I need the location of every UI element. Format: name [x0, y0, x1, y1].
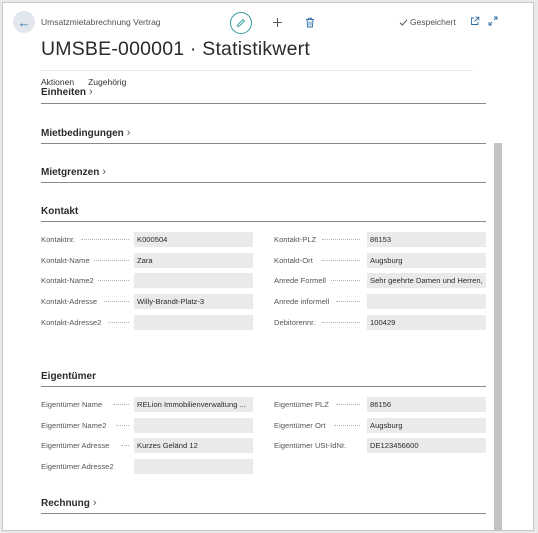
back-button[interactable]: ← — [13, 11, 35, 33]
chevron-right-icon: › — [126, 127, 131, 139]
field-anrede-informell: Anrede informell — [274, 294, 486, 309]
input-eigentuemer-ort[interactable]: Augsburg — [367, 418, 486, 433]
breadcrumb[interactable]: Umsatzmietabrechnung Vertrag — [41, 17, 161, 27]
field-kontakt-plz: Kontakt-PLZ 86153 — [274, 232, 486, 247]
input-eigentuemer-name2[interactable] — [134, 418, 253, 433]
input-kontakt-ort[interactable]: Augsburg — [367, 253, 486, 268]
field-eigentuemer-plz: Eigentümer PLZ 86156 — [274, 397, 486, 412]
chevron-right-icon: › — [89, 88, 93, 98]
field-debitorennr: Debitorennr. 100429 — [274, 315, 486, 330]
field-anrede-formell: Anrede Formell Sehr geehrte Damen und He… — [274, 273, 486, 288]
field-kontakt-adresse: Kontakt-Adresse Willy-Brandt-Platz-3 — [41, 294, 253, 309]
section-divider — [41, 143, 486, 144]
action-bar: Aktionen Zugehörig — [41, 77, 126, 87]
input-debitorennr[interactable]: 100429 — [367, 315, 486, 330]
section-divider — [41, 182, 486, 183]
section-divider — [41, 103, 486, 104]
section-kontakt-label: Kontakt — [41, 206, 79, 217]
section-mietbedingungen-label: Mietbedingungen — [41, 127, 124, 139]
page-title: UMSBE-000001 · Statistikwert — [41, 38, 310, 60]
section-mietgrenzen[interactable]: Mietgrenzen › — [41, 166, 106, 178]
related-menu[interactable]: Zugehörig — [88, 77, 126, 87]
open-in-new-window-icon — [471, 16, 480, 25]
saved-status: Gespeichert — [399, 17, 456, 27]
section-einheiten[interactable]: Einheiten › — [41, 88, 93, 98]
field-kontakt-name2: Kontakt-Name2 — [41, 273, 253, 288]
section-mietbedingungen[interactable]: Mietbedingungen › — [41, 127, 130, 139]
field-eigentuemer-ort: Eigentümer Ort Augsburg — [274, 418, 486, 433]
section-mietgrenzen-label: Mietgrenzen — [41, 166, 100, 178]
field-eigentuemer-adresse: Eigentümer Adresse Kurzes Geländ 12 — [41, 438, 253, 453]
section-divider — [41, 513, 486, 514]
field-kontakt-adresse2: Kontakt-Adresse2 — [41, 315, 253, 330]
expand-icon — [488, 16, 498, 26]
section-rechnung-label: Rechnung — [41, 497, 90, 509]
trash-icon — [306, 17, 314, 27]
input-kontakt-plz[interactable]: 86153 — [367, 232, 486, 247]
field-eigentuemer-ust-idnr: Eigentümer USt-IdNr. DE123456600 — [274, 438, 486, 453]
arrow-left-icon: ← — [17, 14, 31, 30]
field-eigentuemer-name2: Eigentümer Name2 — [41, 418, 253, 433]
header-divider — [41, 70, 473, 71]
input-kontakt-adresse2[interactable] — [134, 315, 253, 330]
section-divider — [41, 221, 486, 222]
edit-button[interactable] — [230, 12, 252, 34]
page-window: ← Umsatzmietabrechnung Vertrag Gespeiche… — [2, 2, 534, 531]
section-eigentuemer[interactable]: Eigentümer — [41, 371, 96, 382]
section-rechnung[interactable]: Rechnung › — [41, 497, 97, 509]
plus-icon — [272, 17, 282, 27]
section-einheiten-label: Einheiten — [41, 88, 87, 98]
field-eigentuemer-adresse2: Eigentümer Adresse2 — [41, 459, 253, 474]
chevron-right-icon: › — [102, 166, 107, 178]
input-anrede-informell[interactable] — [367, 294, 486, 309]
open-new-window-button[interactable] — [469, 15, 481, 27]
checkmark-icon — [399, 18, 408, 26]
input-kontakt-name2[interactable] — [134, 273, 253, 288]
new-button[interactable] — [270, 15, 284, 29]
input-kontakt-adresse[interactable]: Willy-Brandt-Platz-3 — [134, 294, 253, 309]
input-eigentuemer-name[interactable]: RELion Immobilienverwaltung ... — [134, 397, 253, 412]
content-area: Einheiten › Mietbedingungen › Mietgrenze… — [41, 88, 486, 528]
expand-button[interactable] — [487, 15, 499, 27]
input-eigentuemer-adresse[interactable]: Kurzes Geländ 12 — [134, 438, 253, 453]
section-eigentuemer-label: Eigentümer — [41, 371, 97, 382]
scrollbar-thumb[interactable] — [494, 143, 502, 530]
field-kontakt-ort: Kontakt-Ort Augsburg — [274, 253, 486, 268]
input-eigentuemer-ust-idnr[interactable]: DE123456600 — [367, 438, 486, 453]
field-kontakt-name: Kontakt-Name Zara — [41, 253, 253, 268]
actions-menu[interactable]: Aktionen — [41, 77, 74, 87]
section-divider — [41, 386, 486, 387]
field-eigentuemer-name: Eigentümer Name RELion Immobilienverwalt… — [41, 397, 253, 412]
input-eigentuemer-plz[interactable]: 86156 — [367, 397, 486, 412]
field-kontaktnr: Kontaktnr. K000504 — [41, 232, 253, 247]
saved-label: Gespeichert — [410, 17, 456, 27]
chevron-right-icon: › — [92, 497, 97, 509]
delete-button[interactable] — [303, 15, 317, 29]
input-anrede-formell[interactable]: Sehr geehrte Damen und Herren, — [367, 273, 486, 288]
input-eigentuemer-adresse2[interactable] — [134, 459, 253, 474]
pencil-icon — [236, 18, 246, 28]
input-kontaktnr[interactable]: K000504 — [134, 232, 253, 247]
input-kontakt-name[interactable]: Zara — [134, 253, 253, 268]
section-kontakt[interactable]: Kontakt — [41, 206, 78, 217]
